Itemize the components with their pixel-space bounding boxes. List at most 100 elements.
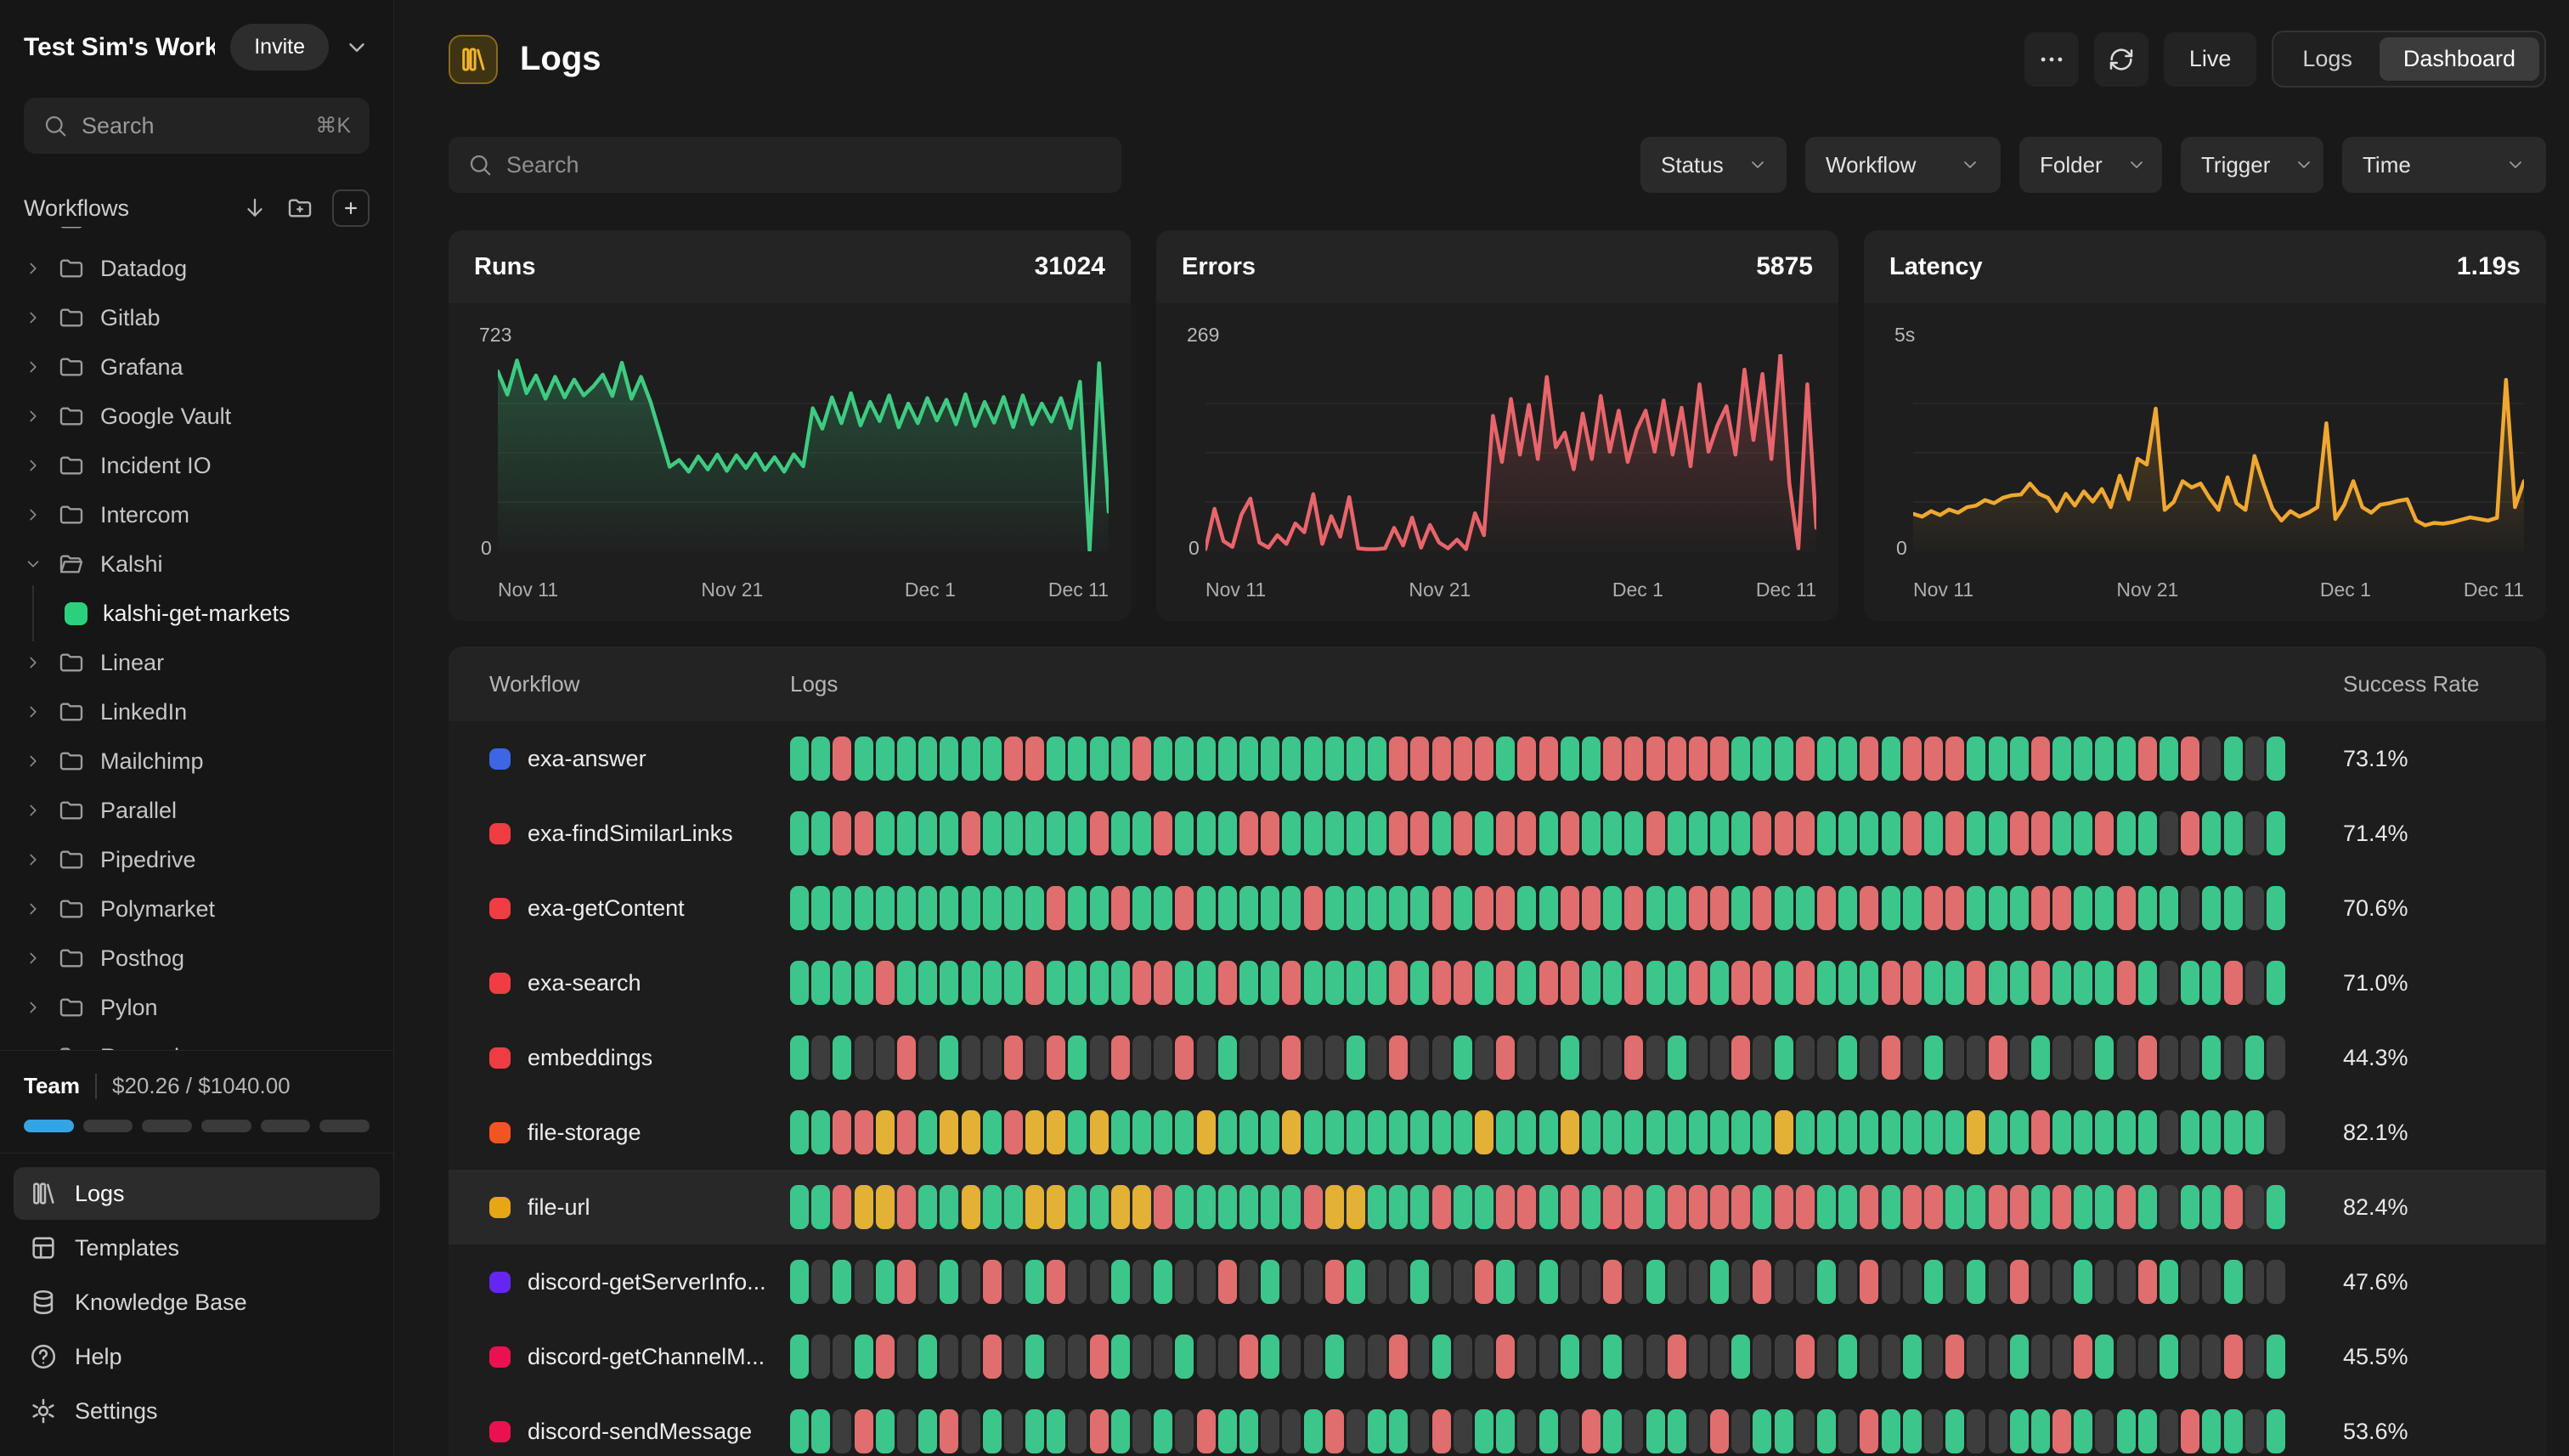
- run-bar[interactable]: [1261, 1260, 1279, 1304]
- run-bar[interactable]: [1924, 1409, 1943, 1453]
- run-bar[interactable]: [1132, 1335, 1151, 1379]
- run-bar[interactable]: [1218, 961, 1237, 1005]
- run-bar[interactable]: [1945, 811, 1964, 855]
- run-bar[interactable]: [1047, 811, 1065, 855]
- run-bar[interactable]: [1090, 736, 1109, 781]
- run-bar[interactable]: [1496, 1260, 1515, 1304]
- table-row[interactable]: discord-getServerInfo...47.6%: [449, 1244, 2546, 1319]
- run-bar[interactable]: [1775, 1260, 1793, 1304]
- run-bar[interactable]: [2181, 1335, 2199, 1379]
- run-bar[interactable]: [1903, 1260, 1922, 1304]
- run-bar[interactable]: [1132, 811, 1151, 855]
- run-bar[interactable]: [2267, 1036, 2285, 1080]
- run-bar[interactable]: [1239, 961, 1258, 1005]
- run-bar[interactable]: [2095, 1260, 2114, 1304]
- run-bar[interactable]: [1689, 1036, 1708, 1080]
- run-bar[interactable]: [2074, 1185, 2092, 1229]
- run-bar[interactable]: [1731, 1036, 1750, 1080]
- run-bar[interactable]: [1796, 1335, 1815, 1379]
- run-bar[interactable]: [1646, 1409, 1665, 1453]
- run-bar[interactable]: [1154, 886, 1172, 930]
- run-bar[interactable]: [1731, 1185, 1750, 1229]
- run-bar[interactable]: [1090, 1036, 1109, 1080]
- run-bar[interactable]: [1817, 961, 1836, 1005]
- run-bar[interactable]: [1903, 1036, 1922, 1080]
- run-bar[interactable]: [1090, 886, 1109, 930]
- run-bar[interactable]: [2052, 1260, 2071, 1304]
- run-bar[interactable]: [2095, 886, 2114, 930]
- run-bar[interactable]: [1775, 1110, 1793, 1154]
- run-bar[interactable]: [1282, 811, 1301, 855]
- run-bar[interactable]: [1132, 1110, 1151, 1154]
- run-bar[interactable]: [1389, 1185, 1408, 1229]
- table-row[interactable]: discord-sendMessage53.6%: [449, 1394, 2546, 1456]
- run-bar[interactable]: [1432, 1335, 1451, 1379]
- sidebar-folder-item[interactable]: LinkedIn: [24, 687, 370, 736]
- run-bar[interactable]: [1368, 1409, 1386, 1453]
- run-bar[interactable]: [2052, 811, 2071, 855]
- run-bar[interactable]: [1646, 1110, 1665, 1154]
- run-bar[interactable]: [1154, 1036, 1172, 1080]
- run-bar[interactable]: [1582, 1260, 1601, 1304]
- run-bar[interactable]: [2245, 811, 2264, 855]
- run-bar[interactable]: [1454, 1036, 1472, 1080]
- run-bar[interactable]: [1967, 1260, 1985, 1304]
- run-bar[interactable]: [1154, 1185, 1172, 1229]
- run-bar[interactable]: [1197, 886, 1216, 930]
- run-bar[interactable]: [1282, 1110, 1301, 1154]
- run-bar[interactable]: [940, 961, 958, 1005]
- run-bar[interactable]: [1347, 1185, 1365, 1229]
- table-row[interactable]: file-storage82.1%: [449, 1095, 2546, 1170]
- run-bar[interactable]: [1924, 886, 1943, 930]
- run-bar[interactable]: [1432, 1185, 1451, 1229]
- run-bar[interactable]: [1154, 736, 1172, 781]
- sidebar-folder-item[interactable]: Incident IO: [24, 441, 370, 490]
- sidebar-folder-item[interactable]: Grafana: [24, 342, 370, 392]
- run-bar[interactable]: [1539, 1260, 1558, 1304]
- sidebar-item-templates[interactable]: Templates: [14, 1222, 380, 1274]
- run-bar[interactable]: [962, 1335, 980, 1379]
- run-bar[interactable]: [940, 1260, 958, 1304]
- run-bar[interactable]: [1624, 811, 1643, 855]
- run-bar[interactable]: [2160, 1409, 2178, 1453]
- run-bar[interactable]: [1624, 1260, 1643, 1304]
- run-bar[interactable]: [1347, 1335, 1365, 1379]
- run-bar[interactable]: [1561, 961, 1579, 1005]
- run-bar[interactable]: [1154, 811, 1172, 855]
- run-bar[interactable]: [1197, 736, 1216, 781]
- run-bar[interactable]: [1410, 1110, 1429, 1154]
- run-bar[interactable]: [1004, 1260, 1023, 1304]
- run-bar[interactable]: [1261, 1185, 1279, 1229]
- run-bar[interactable]: [1517, 1260, 1536, 1304]
- run-bar[interactable]: [1025, 736, 1044, 781]
- run-bar[interactable]: [1261, 1335, 1279, 1379]
- run-bar[interactable]: [1475, 1036, 1493, 1080]
- run-bar[interactable]: [1454, 1335, 1472, 1379]
- run-bar[interactable]: [790, 736, 809, 781]
- run-bar[interactable]: [1325, 1110, 1344, 1154]
- run-bar[interactable]: [2181, 736, 2199, 781]
- run-bar[interactable]: [897, 961, 916, 1005]
- run-bar[interactable]: [1539, 811, 1558, 855]
- run-bar[interactable]: [1689, 1335, 1708, 1379]
- run-bar[interactable]: [1796, 961, 1815, 1005]
- run-bar[interactable]: [1903, 811, 1922, 855]
- run-bar[interactable]: [1454, 1409, 1472, 1453]
- run-bar[interactable]: [855, 1409, 873, 1453]
- run-bar[interactable]: [1710, 811, 1729, 855]
- run-bar[interactable]: [962, 961, 980, 1005]
- run-bar[interactable]: [1025, 1335, 1044, 1379]
- run-bar[interactable]: [1410, 1036, 1429, 1080]
- sidebar-item-settings[interactable]: Settings: [14, 1385, 380, 1437]
- run-bar[interactable]: [790, 1335, 809, 1379]
- run-bar[interactable]: [2181, 1110, 2199, 1154]
- run-bar[interactable]: [1989, 1260, 2007, 1304]
- run-bar[interactable]: [918, 1036, 937, 1080]
- sort-descending-icon[interactable]: [242, 195, 268, 221]
- run-bar[interactable]: [940, 1409, 958, 1453]
- run-bar[interactable]: [1304, 1409, 1323, 1453]
- run-bar[interactable]: [2138, 886, 2157, 930]
- run-bar[interactable]: [1624, 1185, 1643, 1229]
- run-bar[interactable]: [983, 1409, 1002, 1453]
- run-bar[interactable]: [1945, 1260, 1964, 1304]
